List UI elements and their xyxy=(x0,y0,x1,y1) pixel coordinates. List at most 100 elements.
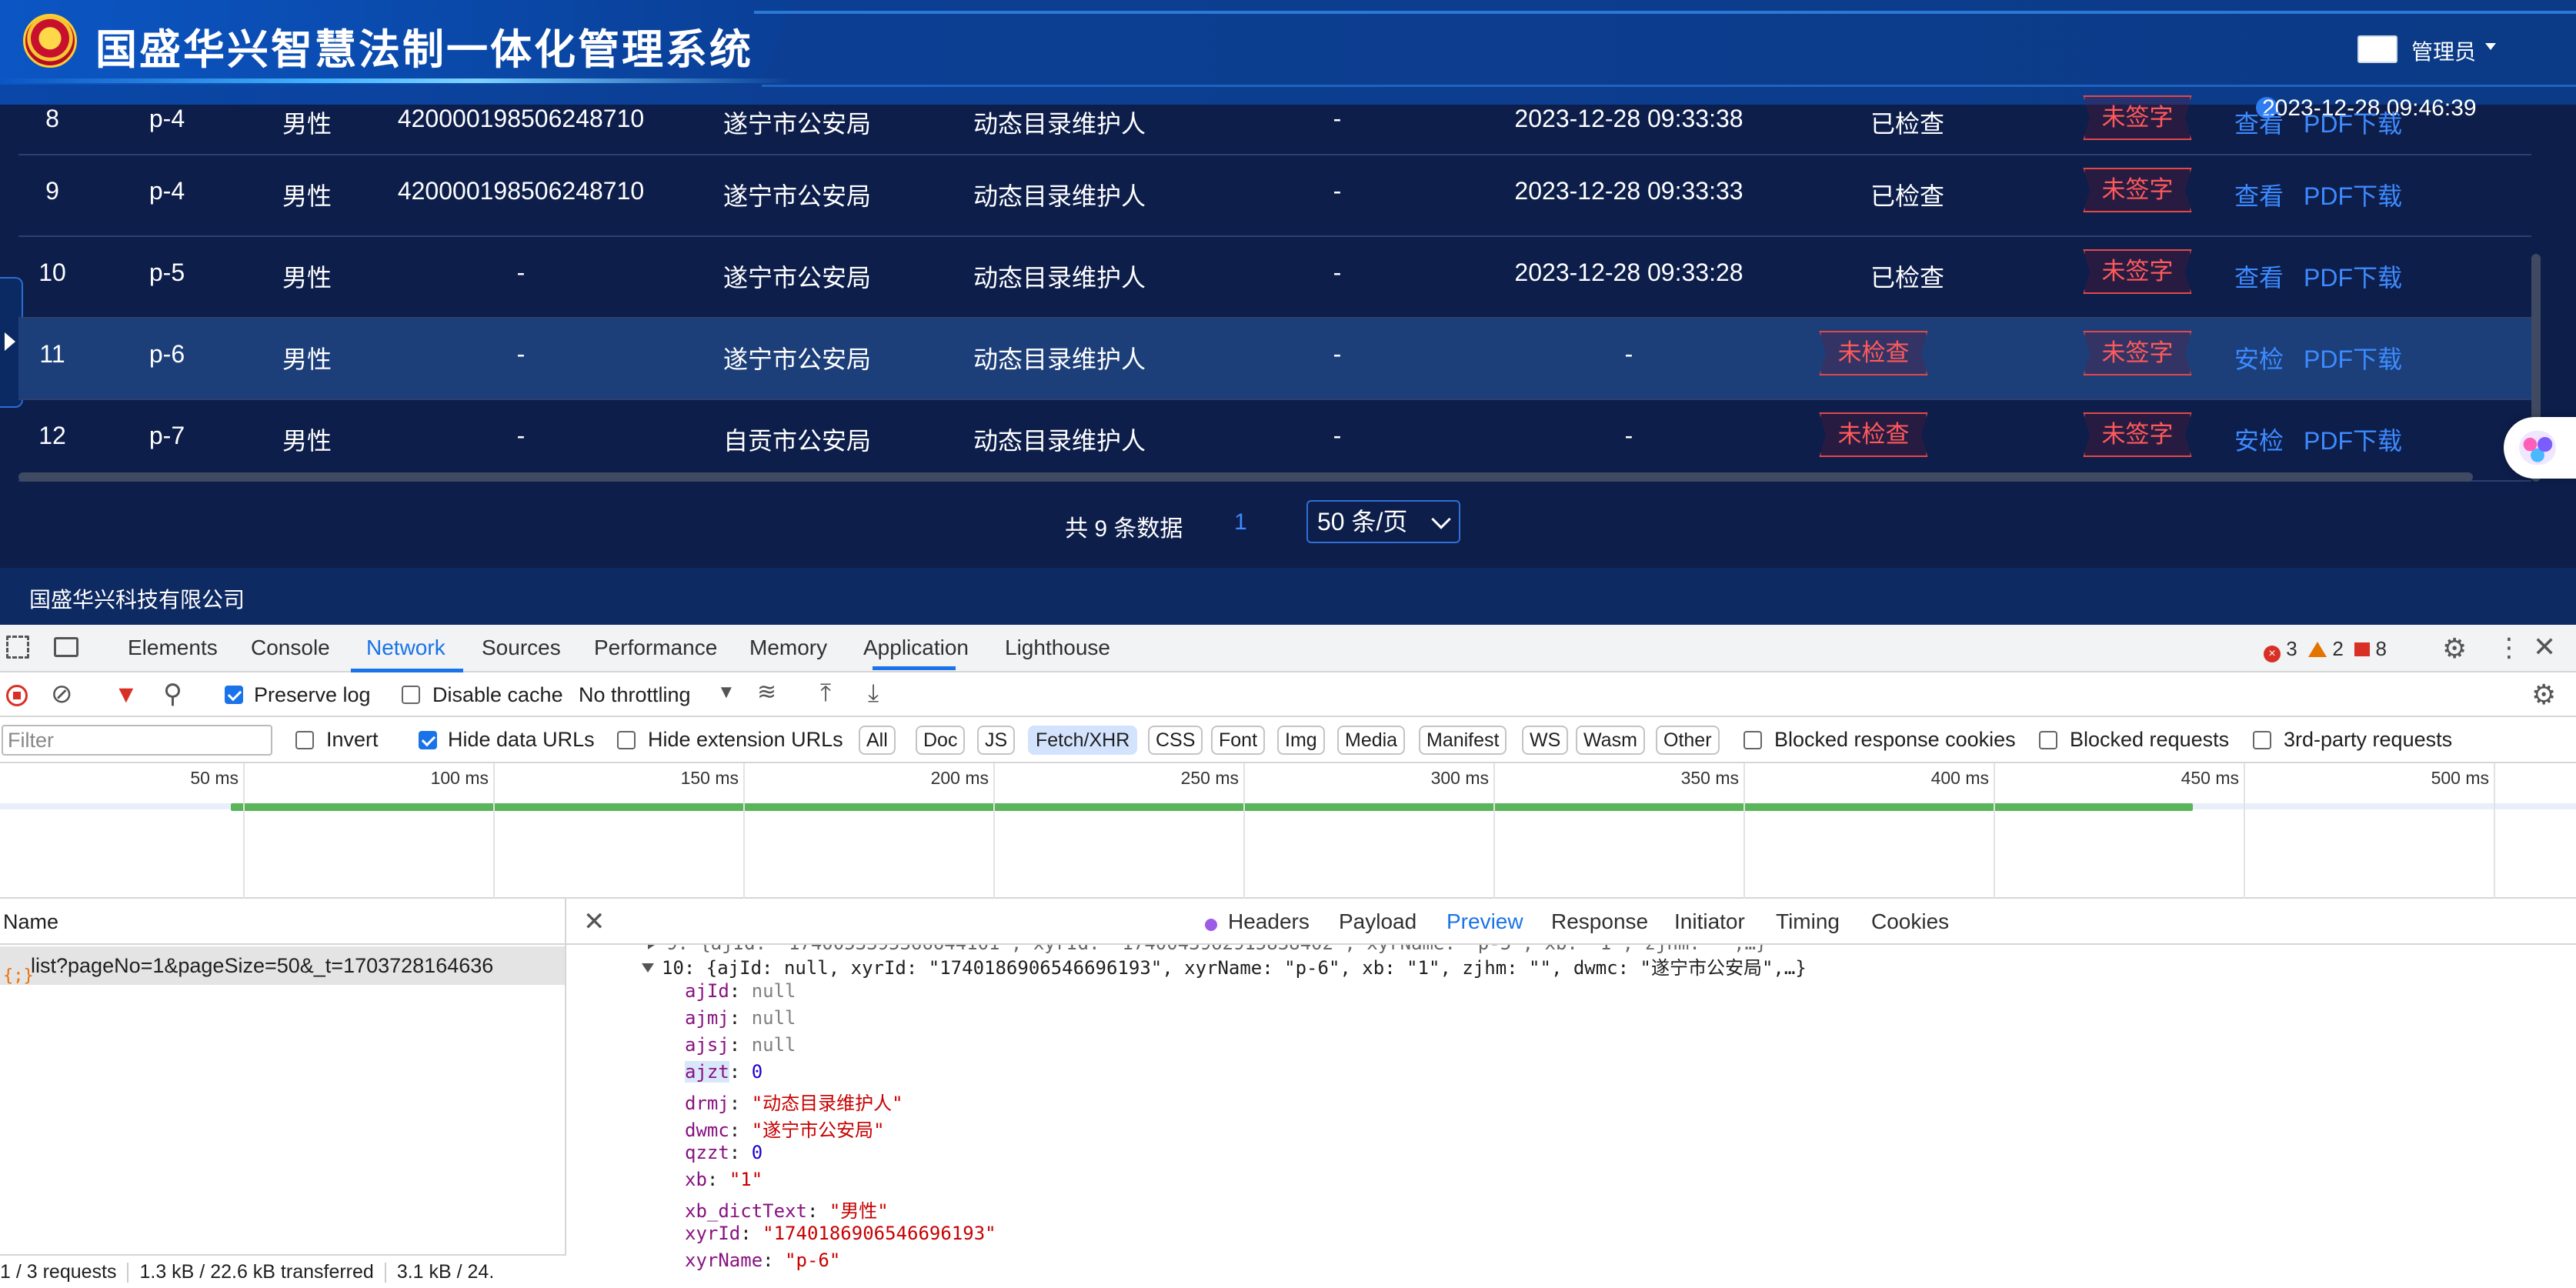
filter-chip-doc[interactable]: Doc xyxy=(916,726,966,755)
filter-chip-css[interactable]: CSS xyxy=(1148,726,1203,755)
table-horizontal-scrollbar[interactable] xyxy=(18,472,2473,482)
json-field[interactable]: xyrName: "p-6" xyxy=(685,1250,840,1271)
third-party-requests-checkbox[interactable] xyxy=(2253,731,2271,749)
tab-elements[interactable]: Elements xyxy=(128,636,218,660)
settings-gear-icon[interactable]: ⚙ xyxy=(2442,632,2467,665)
tab-memory[interactable]: Memory xyxy=(749,636,827,660)
import-har-icon[interactable]: ⤒ xyxy=(820,679,831,708)
avatar[interactable] xyxy=(2357,35,2397,63)
close-devtools-icon[interactable]: ✕ xyxy=(2533,631,2556,663)
network-settings-gear-icon[interactable]: ⚙ xyxy=(2531,679,2556,711)
tab-timing[interactable]: Timing xyxy=(1776,909,1840,934)
hide-data-urls-checkbox[interactable] xyxy=(419,731,437,749)
json-field[interactable]: ajmj: null xyxy=(685,1007,796,1029)
tab-console[interactable]: Console xyxy=(251,636,330,660)
preserve-log-checkbox[interactable] xyxy=(225,686,243,704)
row-action-primary-link[interactable]: 查看 xyxy=(2234,259,2284,294)
filter-chip-other[interactable]: Other xyxy=(1656,726,1720,755)
invert-label: Invert xyxy=(326,728,379,751)
json-field[interactable]: xb: "1" xyxy=(685,1169,762,1190)
export-har-icon[interactable]: ⤓ xyxy=(868,679,879,708)
tab-application[interactable]: Application xyxy=(863,636,969,660)
filter-chip-img[interactable]: Img xyxy=(1277,726,1325,755)
filter-input[interactable]: Filter xyxy=(2,725,272,756)
filter-chip-media[interactable]: Media xyxy=(1337,726,1406,755)
disable-cache-checkbox[interactable] xyxy=(402,686,420,704)
json-field[interactable]: ajId: null xyxy=(685,980,796,1002)
issue-counts[interactable]: × 3 2 8 xyxy=(2264,637,2387,662)
table-row[interactable]: 10 p-5 男性 - 遂宁市公安局 动态目录维护人 - 2023-12-28 09:33:2… xyxy=(18,237,2531,319)
inspect-element-icon[interactable] xyxy=(6,636,29,659)
search-icon[interactable]: ⚲ xyxy=(163,679,182,709)
filter-chip-manifest[interactable]: Manifest xyxy=(1419,726,1507,755)
filter-chip-all[interactable]: All xyxy=(859,726,896,755)
tab-network[interactable]: Network xyxy=(366,636,445,660)
json-field[interactable]: ajzt: 0 xyxy=(685,1061,762,1083)
entry-person: 动态目录维护人 xyxy=(973,110,1146,138)
tab-sources[interactable]: Sources xyxy=(482,636,561,660)
filter-chip-wasm[interactable]: Wasm xyxy=(1576,726,1645,755)
pdf-download-link[interactable]: PDF下载 xyxy=(2304,177,2402,212)
json-field[interactable]: qzzt: 0 xyxy=(685,1142,762,1163)
expand-arrow-icon[interactable] xyxy=(5,332,15,351)
json-field[interactable]: dwmc: "遂宁市公安局" xyxy=(685,1115,885,1142)
json-entry-10[interactable]: 10: {ajId: null, xyrId: "174018690654669… xyxy=(642,953,1807,979)
assistant-float-button[interactable] xyxy=(2504,417,2576,479)
tab-initiator[interactable]: Initiator xyxy=(1674,909,1745,934)
pdf-download-link[interactable]: PDF下载 xyxy=(2304,105,2402,140)
devtools-tab-bar: Elements Console Network Sources Perform… xyxy=(0,625,2576,672)
tab-lighthouse[interactable]: Lighthouse xyxy=(1005,636,1110,660)
json-field[interactable]: drmj: "动态目录维护人" xyxy=(685,1088,903,1115)
tab-response[interactable]: Response xyxy=(1551,909,1648,934)
json-field[interactable]: xb_dictText: "男性" xyxy=(685,1196,889,1223)
tab-cookies[interactable]: Cookies xyxy=(1871,909,1949,934)
invert-checkbox[interactable] xyxy=(295,731,314,749)
row-action-primary-link[interactable]: 安检 xyxy=(2234,340,2284,375)
tab-preview[interactable]: Preview xyxy=(1446,909,1523,934)
user-menu-caret-icon[interactable] xyxy=(2485,43,2496,50)
json-field[interactable]: xyrId: "1740186906546696193" xyxy=(685,1223,996,1244)
filter-funnel-icon[interactable]: ▼ xyxy=(114,680,138,709)
pdf-download-link[interactable]: PDF下载 xyxy=(2304,259,2402,294)
device-toolbar-icon[interactable] xyxy=(54,637,78,657)
filter-chip-font[interactable]: Font xyxy=(1211,726,1266,755)
table-row[interactable]: 11 p-6 男性 - 遂宁市公安局 动态目录维护人 - - 未检查 未签字 安检 PDF下载 xyxy=(18,319,2531,400)
record-stop-icon[interactable] xyxy=(6,685,28,706)
blocked-response-cookies-checkbox[interactable] xyxy=(1743,731,1762,749)
json-preview[interactable]: 9: {ajId: "1740053395366644101", xyrId: … xyxy=(566,945,2576,1288)
expanded-arrow-icon[interactable] xyxy=(642,963,654,973)
dropdown-caret-icon[interactable]: ▼ xyxy=(717,682,736,703)
pagination-page[interactable]: 1 xyxy=(1234,509,1247,536)
hide-extension-urls-checkbox[interactable] xyxy=(617,731,636,749)
row-action-primary-link[interactable]: 安检 xyxy=(2234,422,2284,457)
clear-icon[interactable]: ⊘ xyxy=(51,679,73,709)
collapsed-arrow-icon[interactable] xyxy=(648,945,657,949)
tab-payload[interactable]: Payload xyxy=(1339,909,1416,934)
table-row[interactable]: 8 p-4 男性 420000198506248710 遂宁市公安局 动态目录维护人 - 20… xyxy=(18,74,2531,155)
network-status-bar: 1 / 3 requests 1.3 kB / 22.6 kB transferr… xyxy=(0,1254,566,1288)
tab-headers[interactable]: Headers xyxy=(1228,909,1310,934)
filter-chip-js[interactable]: JS xyxy=(977,726,1016,755)
more-options-icon[interactable]: ⋮ xyxy=(2496,632,2522,663)
table-row[interactable]: 12 p-7 男性 - 自贡市公安局 动态目录维护人 - - 未检查 未签字 安检 PDF下载 xyxy=(18,400,2531,482)
row-action-primary-link[interactable]: 查看 xyxy=(2234,105,2284,140)
timeline-tick-label: 50 ms xyxy=(190,768,239,788)
extra-field: - xyxy=(1333,259,1342,286)
request-row[interactable]: {;} list?pageNo=1&pageSize=50&_t=1703728… xyxy=(0,946,565,985)
pdf-download-link[interactable]: PDF下载 xyxy=(2304,340,2402,375)
filter-chip-ws[interactable]: WS xyxy=(1522,726,1569,755)
table-row[interactable]: 9 p-4 男性 420000198506248710 遂宁市公安局 动态目录维护人 - 20… xyxy=(18,155,2531,237)
page-size-select[interactable]: 50 条/页 xyxy=(1306,500,1460,543)
row-action-primary-link[interactable]: 查看 xyxy=(2234,177,2284,212)
pdf-download-link[interactable]: PDF下载 xyxy=(2304,422,2402,457)
name-column-header[interactable]: Name xyxy=(0,899,566,945)
tab-performance[interactable]: Performance xyxy=(594,636,717,660)
filter-chip-fetchxhr[interactable]: Fetch/XHR xyxy=(1028,726,1138,755)
close-detail-icon[interactable]: ✕ xyxy=(583,906,606,937)
json-field[interactable]: ajsj: null xyxy=(685,1034,796,1056)
network-timeline[interactable]: 50 ms 100 ms 150 ms 200 ms 250 ms 300 ms 350 m… xyxy=(0,763,2576,899)
user-name[interactable]: 管理员 xyxy=(2411,35,2476,66)
network-conditions-icon[interactable]: ≋ xyxy=(757,679,776,706)
blocked-requests-checkbox[interactable] xyxy=(2039,731,2057,749)
throttling-select[interactable]: No throttling xyxy=(579,683,691,707)
